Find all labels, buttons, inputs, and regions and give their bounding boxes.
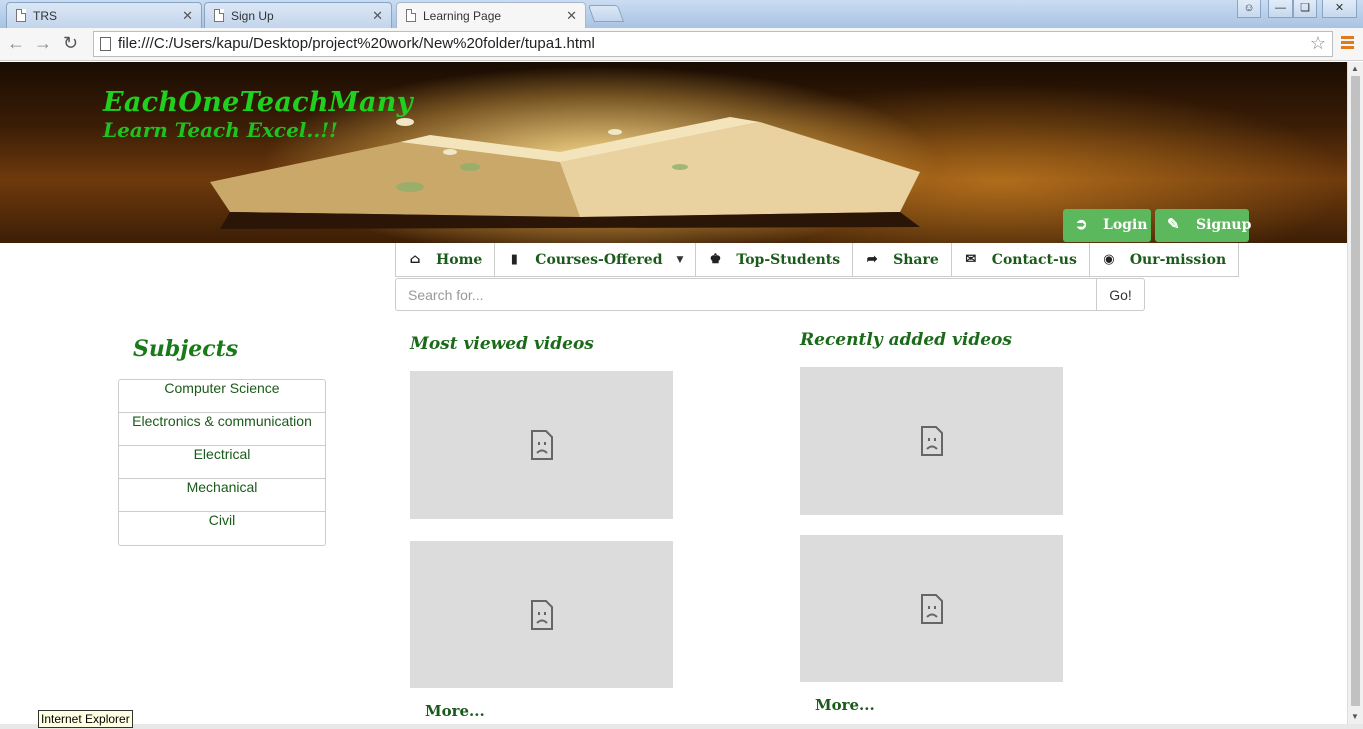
most-viewed-title: Most viewed videos	[410, 334, 594, 354]
new-tab-button[interactable]	[587, 5, 625, 22]
search-input[interactable]	[395, 278, 1097, 311]
nav-label: Our-mission	[1129, 251, 1227, 268]
close-tab-icon[interactable]: ✕	[182, 8, 193, 24]
tab-title: Sign Up	[231, 9, 274, 23]
subject-electronics-communication[interactable]: Electronics & communication	[119, 413, 325, 446]
subject-electrical[interactable]: Electrical	[119, 446, 325, 479]
target-icon: ◉	[1103, 252, 1115, 267]
chess-king-icon: ♚	[709, 252, 722, 267]
login-icon: ➲	[1075, 215, 1088, 233]
address-text: file:///C:/Users/kapu/Desktop/project%20…	[118, 35, 595, 52]
nav-top-students[interactable]: ♚ Top-Students	[696, 243, 854, 276]
user-profile-icon[interactable]: ☺	[1237, 0, 1261, 18]
vertical-scrollbar[interactable]: ▲ ▼	[1347, 62, 1363, 724]
login-label: Login	[1103, 217, 1148, 233]
most-viewed-more-link[interactable]: More...	[425, 702, 485, 720]
home-icon: ⌂	[409, 252, 421, 267]
page-viewport: EachOneTeachMany Learn Teach Excel..!! ➲…	[0, 62, 1347, 724]
nav-contact-us[interactable]: ✉ Contact-us	[952, 243, 1090, 276]
subjects-list: Computer Science Electronics & communica…	[118, 379, 326, 546]
nav-label: Contact-us	[991, 251, 1077, 268]
search-bar: Go!	[395, 278, 1145, 311]
edit-icon: ✎	[1167, 215, 1180, 233]
scrollbar-thumb[interactable]	[1351, 76, 1360, 706]
video-frame[interactable]	[410, 541, 673, 688]
address-bar[interactable]: file:///C:/Users/kapu/Desktop/project%20…	[93, 31, 1333, 57]
tooltip: Internet Explorer	[38, 710, 133, 728]
close-tab-icon[interactable]: ✕	[372, 8, 383, 24]
nav-label: Home	[436, 251, 483, 268]
nav-share[interactable]: ➦ Share	[853, 243, 952, 276]
browser-tab-trs[interactable]: TRS ✕	[6, 2, 202, 28]
brand-tagline: Learn Teach Excel..!!	[103, 118, 338, 142]
reload-icon[interactable]: ↻	[63, 32, 78, 54]
signup-button[interactable]: ✎ Signup	[1155, 209, 1252, 242]
browser-titlebar: TRS ✕ Sign Up ✕ Learning Page ✕ ☺ — ❏ ✕	[0, 0, 1363, 29]
forward-arrow-icon[interactable]: →	[34, 32, 52, 54]
login-button[interactable]: ➲ Login	[1063, 209, 1151, 242]
subject-civil[interactable]: Civil	[119, 512, 325, 545]
restore-button[interactable]: ❏	[1293, 0, 1317, 18]
document-icon	[406, 9, 416, 22]
browser-menu-icon[interactable]	[1341, 36, 1354, 51]
back-arrow-icon[interactable]: ←	[7, 32, 25, 54]
nav-label: Courses-Offered	[535, 251, 663, 268]
main-nav: ⌂ Home ▮ Courses-Offered ▼ ♚ Top-Student…	[395, 243, 1240, 277]
header-banner: EachOneTeachMany Learn Teach Excel..!! ➲…	[0, 62, 1347, 243]
minimize-button[interactable]: —	[1268, 0, 1293, 18]
close-tab-icon[interactable]: ✕	[566, 8, 577, 24]
scroll-up-arrow-icon[interactable]: ▲	[1351, 64, 1359, 73]
browser-statusbar	[0, 724, 1363, 729]
envelope-icon: ✉	[965, 252, 977, 267]
browser-toolbar: ← → ↻ file:///C:/Users/kapu/Desktop/proj…	[0, 28, 1363, 61]
bookmark-star-icon[interactable]: ☆	[1310, 33, 1326, 54]
subject-mechanical[interactable]: Mechanical	[119, 479, 325, 512]
share-icon: ➦	[866, 252, 878, 267]
broken-plugin-icon	[530, 430, 553, 460]
broken-plugin-icon	[530, 599, 553, 630]
subject-computer-science[interactable]: Computer Science	[119, 380, 325, 413]
video-frame[interactable]	[800, 535, 1063, 682]
video-frame[interactable]	[410, 371, 673, 519]
close-window-button[interactable]: ✕	[1322, 0, 1357, 18]
subjects-title: Subjects	[133, 336, 239, 362]
caret-down-icon: ▼	[676, 254, 684, 265]
page-icon	[100, 37, 111, 51]
signup-label: Signup	[1196, 217, 1252, 233]
video-frame[interactable]	[800, 367, 1063, 515]
browser-tab-learning-page[interactable]: Learning Page ✕	[396, 2, 586, 29]
nav-courses-offered[interactable]: ▮ Courses-Offered ▼	[495, 243, 697, 276]
nav-label: Share	[893, 251, 939, 268]
document-icon	[16, 9, 26, 22]
tab-title: Learning Page	[423, 9, 502, 23]
search-go-button[interactable]: Go!	[1096, 278, 1145, 311]
nav-label: Top-Students	[736, 251, 841, 268]
nav-home[interactable]: ⌂ Home	[396, 243, 496, 276]
recently-added-more-link[interactable]: More...	[815, 696, 875, 714]
recently-added-title: Recently added videos	[800, 330, 1012, 350]
browser-tab-sign-up[interactable]: Sign Up ✕	[204, 2, 392, 28]
brand-title[interactable]: EachOneTeachMany	[103, 87, 413, 118]
book-icon: ▮	[510, 252, 518, 267]
broken-plugin-icon	[920, 593, 943, 624]
nav-our-mission[interactable]: ◉ Our-mission	[1090, 243, 1238, 276]
broken-plugin-icon	[920, 426, 943, 456]
tab-title: TRS	[33, 9, 57, 23]
document-icon	[214, 9, 224, 22]
scroll-down-arrow-icon[interactable]: ▼	[1351, 712, 1359, 721]
